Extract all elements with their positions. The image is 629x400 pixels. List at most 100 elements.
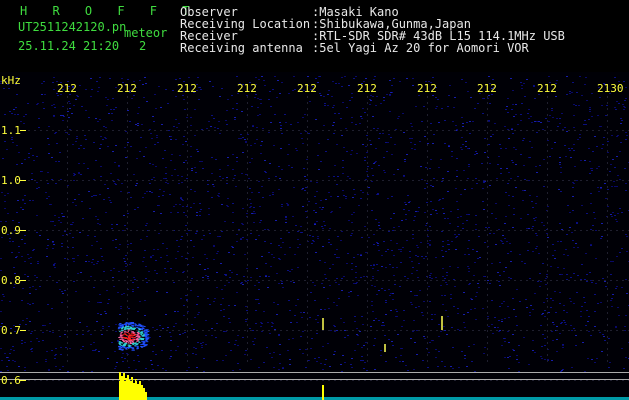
- noise-pixel: [472, 121, 474, 122]
- noise-pixel: [88, 261, 90, 262]
- y-grid-dash: [424, 280, 426, 281]
- noise-pixel: [221, 88, 223, 89]
- noise-pixel: [374, 286, 376, 287]
- noise-pixel: [139, 301, 141, 302]
- noise-pixel: [513, 214, 515, 215]
- noise-pixel: [295, 305, 297, 306]
- noise-pixel: [100, 166, 102, 167]
- noise-pixel: [260, 220, 262, 221]
- meteor-echo-pixel: [129, 345, 132, 347]
- noise-pixel: [192, 353, 194, 354]
- y-grid-dash: [448, 130, 450, 131]
- y-grid-dash: [592, 230, 594, 231]
- y-grid-dash: [100, 230, 102, 231]
- x-grid-dash: [607, 270, 608, 272]
- noise-pixel: [571, 232, 573, 233]
- meteor-echo-pixel: [131, 347, 134, 349]
- noise-pixel: [287, 205, 289, 206]
- noise-pixel: [186, 233, 188, 234]
- y-grid-dash: [226, 230, 228, 231]
- y-grid-dash: [256, 330, 258, 331]
- noise-pixel: [153, 345, 155, 346]
- y-grid-dash: [244, 130, 246, 131]
- noise-pixel: [102, 260, 104, 261]
- y-grid-dash: [52, 380, 54, 381]
- meteor-echo-pixel: [136, 345, 139, 347]
- noise-pixel: [516, 355, 518, 356]
- noise-pixel: [288, 165, 290, 166]
- noise-pixel: [559, 162, 561, 163]
- noise-pixel: [372, 311, 374, 312]
- noise-pixel: [562, 129, 564, 130]
- noise-pixel: [539, 286, 541, 287]
- meteor-echo-pixel: [122, 346, 125, 348]
- noise-pixel: [212, 86, 214, 87]
- x-grid-dash: [607, 288, 608, 290]
- y-grid-dash: [214, 130, 216, 131]
- x-grid-dash: [127, 120, 128, 122]
- spectrum-bar: [127, 375, 129, 400]
- x-grid-dash: [427, 294, 428, 296]
- noise-pixel: [78, 148, 80, 149]
- noise-pixel: [372, 96, 374, 97]
- noise-pixel: [397, 334, 399, 335]
- noise-pixel: [99, 294, 101, 295]
- noise-pixel: [409, 201, 411, 202]
- x-grid-dash: [247, 252, 248, 254]
- noise-pixel: [410, 291, 412, 292]
- noise-pixel: [316, 182, 318, 183]
- x-grid-dash: [367, 360, 368, 362]
- noise-pixel: [136, 183, 138, 184]
- noise-pixel: [504, 341, 506, 342]
- noise-pixel: [12, 220, 14, 221]
- noise-pixel: [115, 331, 117, 332]
- y-grid-dash: [490, 280, 492, 281]
- noise-pixel: [442, 208, 444, 209]
- noise-pixel: [308, 133, 310, 134]
- noise-pixel: [158, 196, 160, 197]
- y-grid-dash: [82, 380, 84, 381]
- noise-pixel: [46, 248, 48, 249]
- noise-pixel: [64, 231, 66, 232]
- noise-pixel: [512, 196, 514, 197]
- noise-pixel: [39, 235, 41, 236]
- noise-pixel: [160, 257, 162, 258]
- noise-pixel: [456, 236, 458, 237]
- noise-pixel: [561, 229, 563, 230]
- noise-pixel: [45, 192, 47, 193]
- x-grid-dash: [367, 114, 368, 116]
- noise-pixel: [204, 269, 206, 270]
- noise-pixel: [102, 139, 104, 140]
- noise-pixel: [572, 196, 574, 197]
- noise-pixel: [100, 248, 102, 249]
- x-grid-dash: [67, 162, 68, 164]
- meteor-echo-pixel: [122, 339, 125, 341]
- noise-pixel: [254, 143, 256, 144]
- noise-pixel: [201, 239, 203, 240]
- noise-pixel: [315, 203, 317, 204]
- noise-pixel: [180, 239, 182, 240]
- noise-pixel: [153, 177, 155, 178]
- noise-pixel: [348, 85, 350, 86]
- x-grid-dash: [367, 96, 368, 98]
- meteor-echo-pixel: [126, 338, 129, 340]
- noise-pixel: [617, 175, 619, 176]
- y-grid-dash: [478, 380, 480, 381]
- x-grid-dash: [547, 168, 548, 170]
- x-grid-dash: [67, 318, 68, 320]
- x-grid-dash: [427, 246, 428, 248]
- noise-pixel: [42, 340, 44, 341]
- signal-ping: [322, 318, 324, 330]
- noise-pixel: [435, 349, 437, 350]
- noise-pixel: [353, 78, 355, 79]
- x-grid-dash: [547, 114, 548, 116]
- noise-pixel: [320, 363, 322, 364]
- noise-pixel: [374, 162, 376, 163]
- x-grid-dash: [367, 336, 368, 338]
- noise-pixel: [324, 262, 326, 263]
- noise-pixel: [21, 239, 23, 240]
- y-grid-dash: [310, 280, 312, 281]
- y-grid-dash: [568, 280, 570, 281]
- noise-pixel: [7, 193, 9, 194]
- x-grid-dash: [187, 294, 188, 296]
